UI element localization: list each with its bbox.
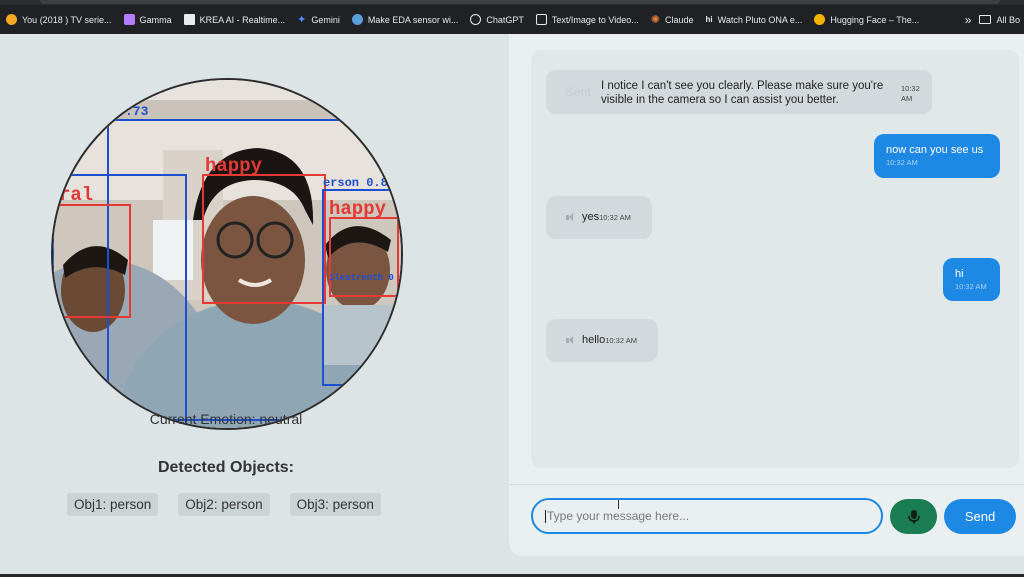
user-message: hi 10:32 AM [943,258,1000,301]
gemini-icon: ✦ [297,14,307,26]
object-chip: Obj3: person [289,493,381,516]
label-happy-main: happy [205,155,263,177]
bot-message: hello10:32 AM [546,319,658,362]
label-neutral-left: ral [59,184,93,206]
bookmark-video[interactable]: Text/Image to Video... [530,5,645,34]
folder-icon [979,15,992,24]
object-chip: Obj1: person [67,493,159,516]
bookmark-gemini[interactable]: ✦ Gemini [291,5,346,34]
bookmark-gamma[interactable]: Gamma [118,5,178,34]
chat-messages[interactable]: Sent I notice I can't see you clearly. P… [531,50,1019,468]
bookmark-chatgpt[interactable]: ChatGPT [464,5,530,34]
claude-icon: ✺ [650,14,661,26]
label-top: .73 [125,104,149,119]
bookmark-eda[interactable]: Make EDA sensor wi... [346,5,465,34]
label-person-right: erson 0.8 [323,176,388,190]
microphone-icon [907,509,920,524]
microphone-button[interactable] [890,499,937,534]
current-emotion: Current Emotion: neutral [149,411,303,427]
mouse-cursor [618,500,619,509]
camera-panel: .73 happy ral erson 0.8 happy ilestrenth… [0,34,510,574]
bookmark-youtube[interactable]: You (2018 ) TV serie... [0,5,118,34]
user-message: now can you see us 10:32 AM [874,134,1000,178]
bot-message: Sent I notice I can't see you clearly. P… [546,70,932,114]
object-chip: Obj2: person [178,493,270,516]
detected-objects-title: Detected Objects: [157,459,295,476]
send-button[interactable]: Send [944,499,1016,534]
youtube-tv-icon [6,14,17,25]
krea-icon [183,14,195,25]
chat-divider [509,484,1024,485]
hianime-icon: hi [705,15,713,24]
speaker-icon[interactable] [566,212,576,222]
bookmark-pluto[interactable]: hi Watch Pluto ONA e... [700,5,809,34]
chat-panel: Sent I notice I can't see you clearly. P… [509,34,1024,556]
message-input[interactable]: Type your message here... [531,498,883,534]
chatgpt-icon [470,14,482,25]
bookmark-claude[interactable]: ✺ Claude [645,5,700,34]
all-bookmarks-button[interactable]: All Bo [979,15,1024,25]
camera-frame: .73 happy ral erson 0.8 happy ilestrenth… [53,80,401,428]
camera-feed: .73 happy ral erson 0.8 happy ilestrenth… [51,78,403,430]
label-happy-right: happy [329,198,387,220]
bot-message: yes10:32 AM [546,196,652,239]
bookmark-hugging-face[interactable]: Hugging Face – The... [808,5,925,34]
wordpress-icon [351,14,363,25]
label-bottom-right: ilestrenth 0 [329,273,394,283]
video-icon [535,14,547,25]
bookmarks-bar: You (2018 ) TV serie... Gamma KREA AI - … [0,5,1024,34]
bookmark-krea[interactable]: KREA AI - Realtime... [178,5,292,34]
address-bar-edge [40,0,1000,4]
bookmarks-overflow-button[interactable]: » [957,13,980,27]
speaker-icon[interactable] [566,335,576,345]
ghost-text: Sent [566,85,591,99]
hugging-face-icon [814,14,826,25]
gamma-icon [123,14,135,25]
text-caret [545,510,546,524]
detected-objects-list: Obj1: person Obj2: person Obj3: person [67,493,381,516]
